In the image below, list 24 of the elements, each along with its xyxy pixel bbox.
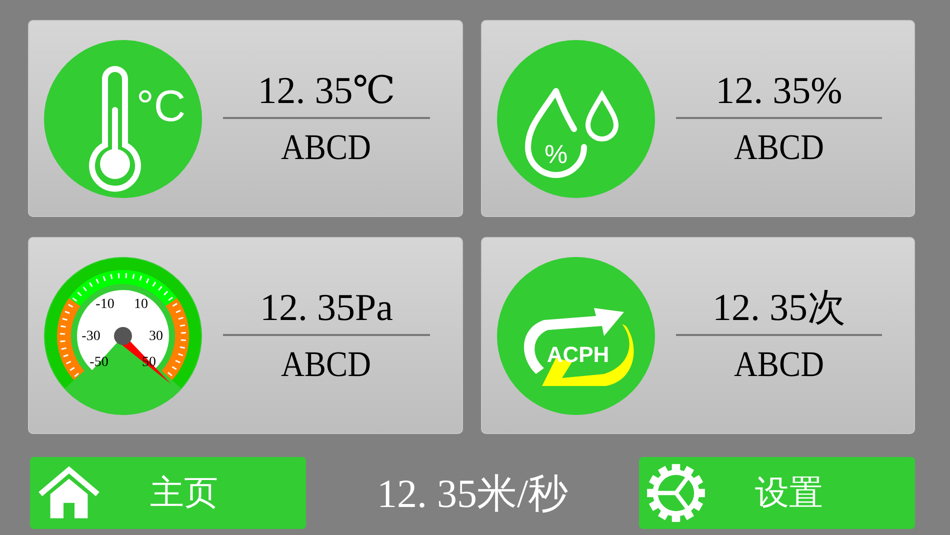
card-label: ABCD xyxy=(734,126,824,168)
cycle-arrows-icon xyxy=(524,308,634,386)
gauge-label: 30 xyxy=(149,328,163,344)
gauge-label: -30 xyxy=(82,328,100,344)
speed-text: 12. 35米/秒 xyxy=(376,470,568,518)
card-label: ABCD xyxy=(734,342,824,386)
value-text: 12. 35℃ xyxy=(258,68,396,112)
celsius-text: °C xyxy=(136,82,186,130)
gauge-label: -10 xyxy=(96,296,114,312)
percent-text: % xyxy=(544,138,568,168)
gauge-label: 50 xyxy=(142,354,156,370)
settings-button[interactable]: 设置 xyxy=(639,457,915,529)
thermometer-icon xyxy=(89,66,141,192)
value-text: 12. 35次 xyxy=(712,286,846,330)
value-text: 12. 35% xyxy=(716,68,842,112)
gauge-label: 10 xyxy=(134,296,148,312)
home-icon xyxy=(36,465,102,521)
card-label: ABCD xyxy=(281,342,372,386)
card-label: ABCD xyxy=(281,126,372,168)
value-text: 12. 35Pa xyxy=(260,286,393,330)
acph-text: ACPH xyxy=(546,342,610,366)
home-button[interactable]: 主页 xyxy=(30,457,306,529)
settings-icon xyxy=(645,462,707,524)
water-drops-icon xyxy=(525,88,618,178)
